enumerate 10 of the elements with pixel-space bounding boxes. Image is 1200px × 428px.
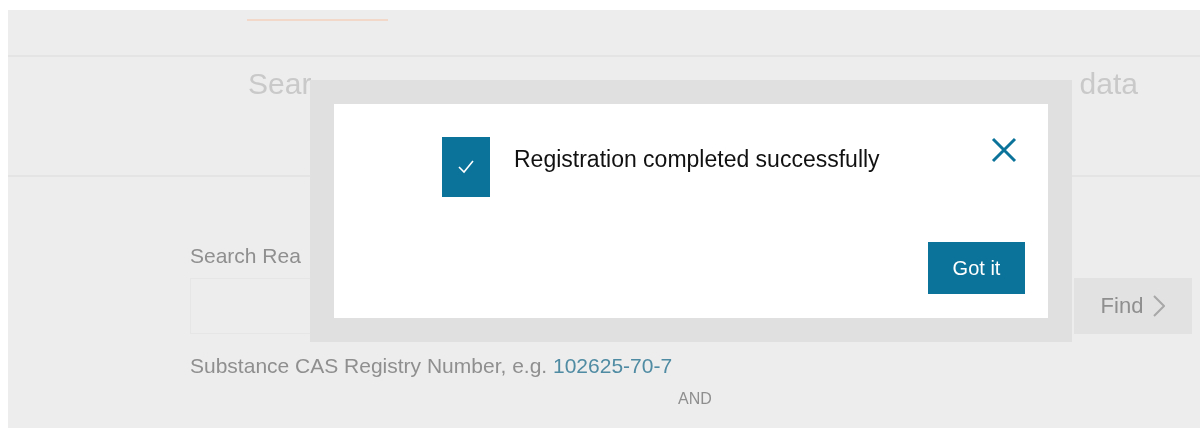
got-it-button[interactable]: Got it [928,242,1025,294]
find-button[interactable]: Find [1074,278,1192,334]
close-icon[interactable] [990,136,1018,164]
hint-text: Substance CAS Registry Number, e.g. 102625-70-7 [190,354,673,378]
example-link[interactable]: 102625-70-7 [553,354,673,377]
connector-text: AND [678,390,712,408]
chevron-icon [1153,295,1166,317]
dialog-message: Registration completed successfully [514,146,880,173]
field-label: Search Rea [190,244,301,268]
check-icon [458,160,474,174]
